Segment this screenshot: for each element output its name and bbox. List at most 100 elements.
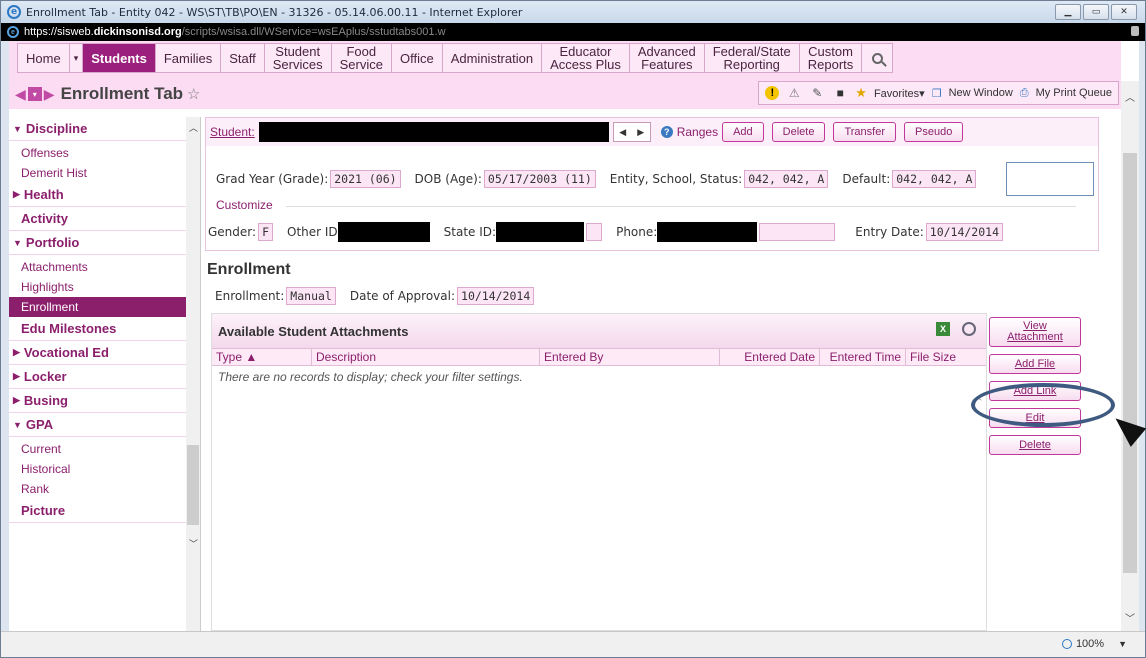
new-window-link[interactable]: New Window	[949, 87, 1013, 99]
phone-label: Phone:	[616, 225, 658, 239]
grid-tools: X	[936, 322, 976, 336]
sidebar-item-rank[interactable]: Rank	[9, 479, 200, 499]
sidebar-item-picture[interactable]: Picture	[9, 499, 200, 523]
sidebar-item-historical[interactable]: Historical	[9, 459, 200, 479]
search-icon	[871, 52, 883, 64]
dob-value: 05/17/2003 (11)	[483, 170, 596, 188]
menu-food-service[interactable]: Food Service	[332, 44, 392, 72]
maximize-button[interactable]: ▭	[1083, 4, 1109, 20]
zoom-control[interactable]: 100% ▼	[1061, 638, 1127, 650]
print-preview-icon[interactable]	[962, 322, 976, 336]
sidebar-section-busing[interactable]: ▶ Busing	[9, 389, 200, 413]
sidebar-section-locker[interactable]: ▶ Locker	[9, 365, 200, 389]
add-link-button[interactable]: Add Link	[989, 381, 1081, 401]
ranges-label: Ranges	[676, 125, 719, 139]
scroll-up-icon[interactable]: ︿	[1125, 89, 1135, 104]
collapsed-triangle-icon: ▶	[13, 395, 20, 405]
attachment-actions: View Attachment Add File Add Link Edit D…	[989, 317, 1081, 455]
sidebar-label: GPA	[25, 417, 54, 432]
window-title: Enrollment Tab - Entity 042 - WS\ST\TB\P…	[26, 5, 523, 19]
menu-search-button[interactable]	[862, 44, 892, 72]
transfer-button[interactable]: Transfer	[833, 122, 896, 142]
scroll-up-icon[interactable]: ︿	[189, 121, 198, 134]
sidebar-item-current[interactable]: Current	[9, 439, 200, 459]
customize-link[interactable]: Customize	[216, 198, 273, 212]
default-value: 042, 042, A	[892, 170, 977, 188]
column-entered-time[interactable]: Entered Time	[820, 349, 906, 365]
sidebar-label: Vocational Ed	[23, 345, 109, 360]
sidebar-section-portfolio[interactable]: ▼ Portfolio	[9, 231, 200, 255]
menu-custom-reports[interactable]: Custom Reports	[800, 44, 863, 72]
menu-home-dropdown-icon[interactable]: ▾	[70, 44, 84, 72]
sidebar-item-enrollment[interactable]: Enrollment	[9, 297, 200, 317]
favorite-star-icon[interactable]: ☆	[187, 85, 200, 103]
main-panel: Student: ◀ ▶ ? Ranges Add Delete Transfe…	[205, 117, 1105, 631]
delete-student-button[interactable]: Delete	[771, 122, 826, 142]
sidebar-item-demerit-hist[interactable]: Demerit Hist	[9, 163, 200, 183]
previous-student-icon[interactable]: ◀	[613, 123, 632, 141]
sidebar-section-health[interactable]: ▶ Health	[9, 183, 200, 207]
sidebar-label: Locker	[23, 369, 67, 384]
address-bar[interactable]: e https://sisweb. dickinsonisd.org /scri…	[1, 23, 1145, 41]
ranges-link[interactable]: ? Ranges	[660, 125, 719, 139]
delete-button[interactable]: Delete	[989, 435, 1081, 455]
sidebar-section-discipline[interactable]: ▼ Discipline	[9, 117, 200, 141]
add-file-button[interactable]: Add File	[989, 354, 1081, 374]
page-toolbar: ! ⚠ ✎ ■ ★ Favorites▾ ❐ New Window ⎙ My P…	[758, 81, 1119, 105]
page-scrollbar[interactable]: ︿ ﹀	[1121, 81, 1139, 631]
sidebar-scrollbar[interactable]: ︿ ﹀	[186, 117, 200, 631]
zoom-icon	[1061, 639, 1072, 649]
back-arrow-icon[interactable]: ◀	[15, 86, 26, 103]
sidebar-item-attachments[interactable]: Attachments	[9, 257, 200, 277]
next-student-icon[interactable]: ▶	[631, 123, 650, 141]
redacted-state-id	[496, 222, 585, 242]
sidebar-scrollbar-thumb[interactable]	[187, 445, 199, 525]
favorites-menu[interactable]: Favorites▾	[874, 87, 925, 100]
sidebar-item-offenses[interactable]: Offenses	[9, 143, 200, 163]
warning-triangle-icon[interactable]: ⚠	[786, 85, 802, 101]
column-file-size[interactable]: File Size	[906, 349, 980, 365]
grid-scroll-up-icon[interactable]: ︿	[972, 388, 982, 403]
student-link[interactable]: Student:	[210, 125, 255, 139]
column-description[interactable]: Description	[312, 349, 540, 365]
menu-office[interactable]: Office	[392, 44, 443, 72]
add-student-button[interactable]: Add	[722, 122, 764, 142]
close-button[interactable]: ✕	[1111, 4, 1137, 20]
zoom-dropdown-icon[interactable]: ▼	[1118, 639, 1127, 649]
scroll-down-icon[interactable]: ﹀	[1125, 610, 1135, 625]
menu-students[interactable]: Students	[83, 44, 156, 72]
redacted-phone	[657, 222, 758, 242]
edit-note-icon[interactable]: ✎	[809, 85, 825, 101]
column-entered-date[interactable]: Entered Date	[720, 349, 820, 365]
sidebar-section-vocational-ed[interactable]: ▶ Vocational Ed	[9, 341, 200, 365]
view-attachment-button[interactable]: View Attachment	[989, 317, 1081, 347]
menu-student-services[interactable]: Student Services	[265, 44, 332, 72]
camera-icon[interactable]: ■	[832, 85, 848, 101]
menu-administration[interactable]: Administration	[443, 44, 543, 72]
scrollbar-thumb[interactable]	[1123, 153, 1137, 573]
menu-federal-state-reporting[interactable]: Federal/State Reporting	[705, 44, 800, 72]
sidebar-item-activity[interactable]: Activity	[9, 207, 200, 231]
minimize-button[interactable]: ▁	[1055, 4, 1081, 20]
menu-educator-access-plus[interactable]: Educator Access Plus	[542, 44, 630, 72]
main-menu: Home ▾ Students Families Staff Student S…	[17, 43, 894, 73]
column-type[interactable]: Type ▲	[212, 349, 312, 365]
forward-arrow-icon[interactable]: ▶	[44, 86, 55, 103]
scroll-down-icon[interactable]: ﹀	[189, 537, 198, 550]
print-queue-link[interactable]: My Print Queue	[1036, 87, 1112, 99]
menu-staff[interactable]: Staff	[221, 44, 265, 72]
alert-icon[interactable]: !	[765, 86, 780, 100]
pseudo-button[interactable]: Pseudo	[904, 122, 964, 142]
edit-button[interactable]: Edit	[989, 408, 1081, 428]
title-bar: e Enrollment Tab - Entity 042 - WS\ST\TB…	[1, 1, 1145, 23]
menu-advanced-features[interactable]: Advanced Features	[630, 44, 705, 72]
sidebar-item-edu-milestones[interactable]: Edu Milestones	[9, 317, 200, 341]
column-entered-by[interactable]: Entered By	[540, 349, 720, 365]
dropdown-box-icon[interactable]: ▾	[27, 87, 42, 101]
sidebar-label: Portfolio	[25, 235, 80, 250]
menu-families[interactable]: Families	[156, 44, 222, 72]
menu-home[interactable]: Home	[18, 44, 70, 72]
sidebar-item-highlights[interactable]: Highlights	[9, 277, 200, 297]
sidebar-section-gpa[interactable]: ▼ GPA	[9, 413, 200, 437]
excel-export-icon[interactable]: X	[936, 322, 950, 336]
